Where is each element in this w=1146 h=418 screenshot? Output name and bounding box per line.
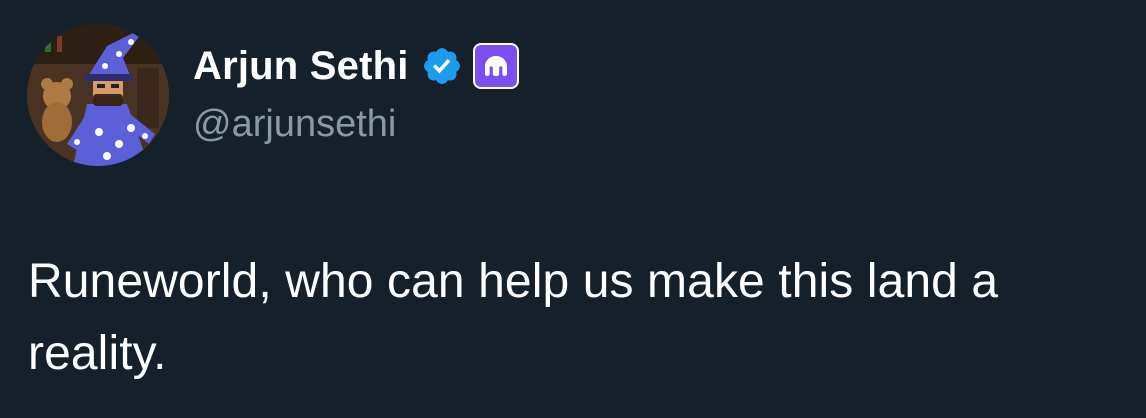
user-handle[interactable]: @arjunsethi xyxy=(193,100,396,148)
tweet-card: Arjun Sethi @arjunsethi Runeworld, who c… xyxy=(0,0,1146,418)
author-name-row: Arjun Sethi xyxy=(193,40,519,92)
tweet-text: Runeworld, who can help us make this lan… xyxy=(28,255,999,380)
wizard-avatar-icon xyxy=(27,24,169,166)
display-name[interactable]: Arjun Sethi xyxy=(193,40,409,92)
kraken-logo-icon[interactable] xyxy=(472,43,519,89)
verified-badge-icon[interactable] xyxy=(421,45,463,87)
avatar[interactable] xyxy=(27,24,169,166)
